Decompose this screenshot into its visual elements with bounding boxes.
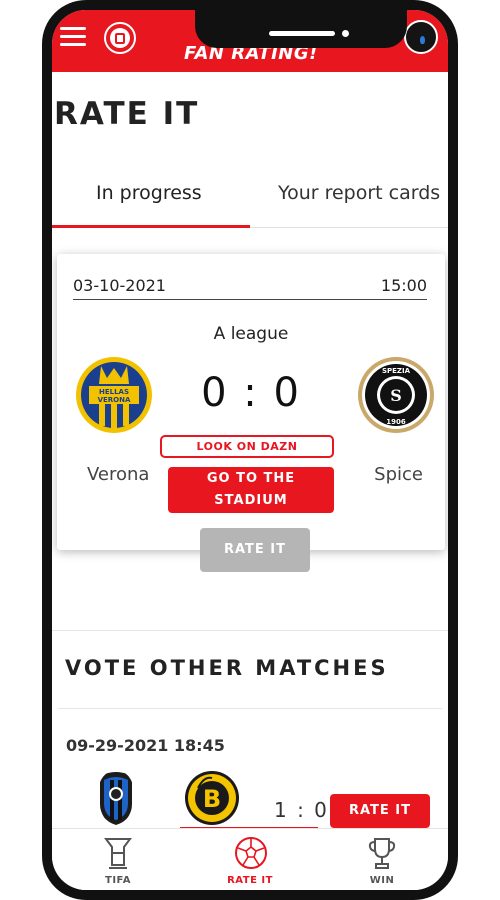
spezia-crest-icon: S SPEZIA 1906 (358, 357, 434, 433)
tab-report-cards[interactable]: Your report cards (278, 182, 440, 204)
match-date: 03-10-2021 (73, 276, 166, 295)
go-to-stadium-button[interactable]: GO TO THE STADIUM (168, 467, 334, 513)
svg-text:B: B (203, 785, 221, 813)
page-title: RATE IT (54, 96, 200, 132)
other-match-datetime: 09-29-2021 18:45 (66, 736, 225, 755)
away-team-name: Spice (374, 464, 423, 485)
tifa-icon (104, 838, 132, 869)
nav-rate-it[interactable]: RATE IT (184, 829, 316, 890)
svg-text:SPEZIA: SPEZIA (382, 367, 411, 375)
svg-text:1906: 1906 (386, 418, 406, 426)
divider (73, 299, 427, 300)
nav-win[interactable]: WIN (316, 829, 448, 890)
rate-it-button-disabled[interactable]: RATE IT (200, 528, 310, 572)
look-on-dazn-button[interactable]: LOOK ON DAZN (160, 435, 334, 458)
trophy-icon (368, 838, 396, 869)
app-logo-icon[interactable] (104, 22, 136, 54)
atalanta-crest-icon (100, 772, 132, 825)
nav-label: TIFA (105, 875, 131, 886)
nav-label: RATE IT (227, 875, 273, 886)
other-match-score: 1 : 0 (274, 798, 329, 822)
vote-other-matches-title: VOTE OTHER MATCHES (65, 656, 389, 680)
menu-icon[interactable] (60, 27, 86, 47)
svg-text:S: S (390, 386, 402, 405)
nav-tifa[interactable]: TIFA (52, 829, 184, 890)
home-team-name: Verona (87, 464, 150, 485)
tab-in-progress[interactable]: In progress (96, 182, 202, 204)
avatar[interactable] (404, 20, 438, 54)
bottom-navigation: TIFA RATE IT WIN (52, 828, 448, 890)
section-divider (52, 630, 448, 631)
active-tab-indicator (52, 225, 250, 228)
section-divider (58, 708, 442, 709)
tab-bar: In progress Your report cards (52, 170, 448, 228)
nav-label: WIN (369, 875, 395, 886)
rate-it-button[interactable]: RATE IT (330, 794, 430, 828)
young-boys-crest-icon: B (185, 771, 239, 825)
ball-icon (235, 837, 267, 869)
app-screen: FAN RATING! RATE IT In progress Your rep… (52, 10, 448, 890)
phone-notch (195, 10, 407, 48)
league-name: A league (213, 324, 289, 344)
match-time: 15:00 (380, 276, 427, 295)
featured-match-card: 03-10-2021 15:00 A league HELLAS VERONA … (57, 254, 445, 572)
